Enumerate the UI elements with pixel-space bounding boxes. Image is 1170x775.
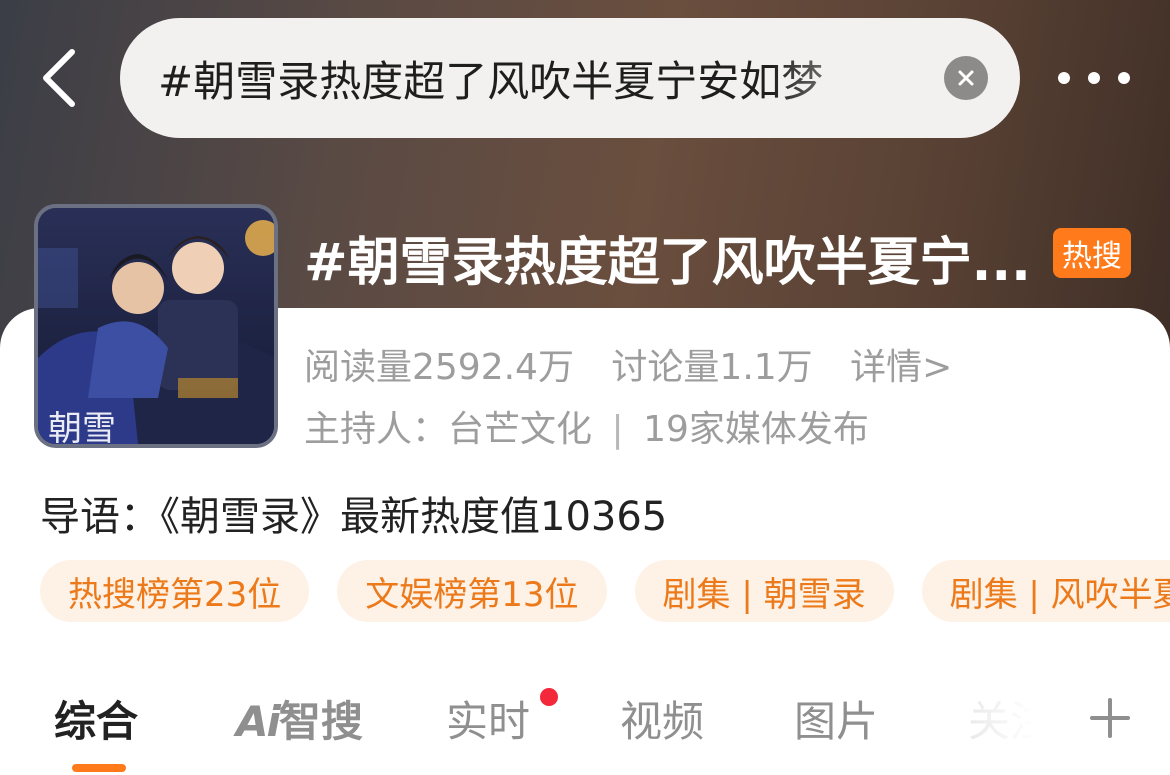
host-separator: | (611, 409, 624, 450)
more-options-button[interactable] (1058, 56, 1130, 100)
chevron-left-icon (43, 49, 75, 107)
read-count: 阅读量2592.4万 (304, 347, 574, 388)
tag-hot-search-rank[interactable]: 热搜榜第23位 (40, 560, 310, 622)
clear-search-button[interactable] (944, 56, 988, 100)
notification-dot (540, 688, 558, 706)
svg-text:朝雪: 朝雪 (48, 409, 116, 444)
search-result-tabs: 综合 Ai智搜 实时 视频 图片 关注 (0, 688, 1170, 775)
tag-drama-chaoxuelu[interactable]: 剧集 | 朝雪录 (634, 560, 894, 622)
plus-icon[interactable] (1086, 694, 1134, 742)
media-count[interactable]: 19家媒体发布 (643, 409, 869, 450)
topic-tags: 热搜榜第23位 文娱榜第13位 剧集 | 朝雪录 剧集 | 风吹半夏 (40, 560, 1170, 622)
tab-realtime[interactable]: 实时 (446, 688, 530, 749)
topic-host-info: 主持人：台芒文化 | 19家媒体发布 (304, 400, 869, 452)
details-link[interactable]: 详情> (850, 347, 952, 388)
more-dots-icon (1058, 72, 1070, 84)
close-icon (958, 70, 974, 86)
topic-stats: 阅读量2592.4万 讨论量1.1万 详情> (304, 338, 978, 390)
topic-cover-image[interactable]: 朝雪 (34, 204, 278, 448)
hot-search-badge: 热搜 (1053, 228, 1131, 278)
discussion-count: 讨论量1.1万 (611, 347, 813, 388)
topic-title: #朝雪录热度超了风吹半夏宁... (304, 233, 1031, 293)
topic-intro: 导语：《朝雪录》最新热度值10365 (40, 494, 668, 540)
tab-follow[interactable]: 关注 (968, 688, 1052, 749)
tab-ai-search[interactable]: Ai智搜 (236, 688, 363, 749)
tab-video[interactable]: 视频 (620, 688, 704, 749)
tag-drama-fengchuibanxia[interactable]: 剧集 | 风吹半夏 (921, 560, 1170, 622)
search-input[interactable]: #朝雪录热度超了风吹半夏宁安如梦 (120, 18, 1020, 138)
search-query-text[interactable]: #朝雪录热度超了风吹半夏宁安如梦 (158, 48, 924, 109)
ai-search-label: 智搜 (278, 697, 363, 746)
host-label[interactable]: 主持人：台芒文化 (304, 409, 592, 450)
ai-logo: Ai (236, 697, 281, 746)
tab-comprehensive[interactable]: 综合 (54, 688, 138, 749)
active-tab-indicator (72, 764, 126, 772)
tag-entertainment-rank[interactable]: 文娱榜第13位 (337, 560, 607, 622)
tab-images[interactable]: 图片 (794, 688, 878, 749)
back-button[interactable] (28, 44, 88, 112)
